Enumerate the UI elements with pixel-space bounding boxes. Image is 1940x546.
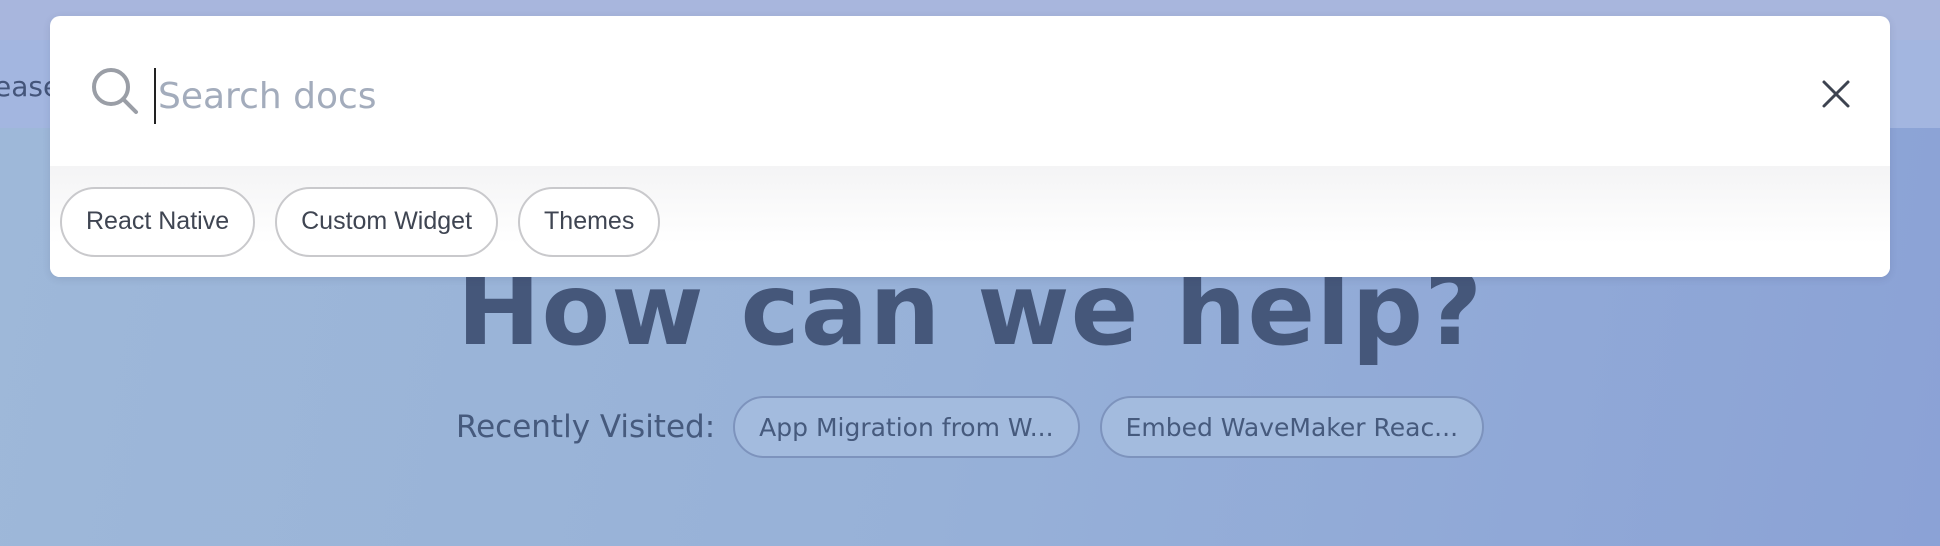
recently-visited-label: Recently Visited:: [455, 409, 716, 445]
search-input[interactable]: [154, 68, 1754, 124]
close-icon: [1821, 79, 1851, 113]
recently-visited-row: Recently Visited: App Migration from W..…: [0, 396, 1940, 458]
close-button[interactable]: [1816, 76, 1856, 116]
recent-link-embed-wavemaker[interactable]: Embed WaveMaker Reac...: [1099, 396, 1485, 458]
suggestion-react-native[interactable]: React Native: [60, 186, 256, 257]
search-bar: [50, 16, 1890, 166]
suggestion-custom-widget[interactable]: Custom Widget: [275, 186, 499, 257]
search-suggestions: React Native Custom Widget Themes: [50, 166, 1890, 277]
suggestion-themes[interactable]: Themes: [518, 186, 661, 257]
search-icon: [90, 66, 140, 116]
search-modal: React Native Custom Widget Themes: [50, 16, 1890, 277]
recent-link-app-migration[interactable]: App Migration from W...: [733, 396, 1080, 458]
